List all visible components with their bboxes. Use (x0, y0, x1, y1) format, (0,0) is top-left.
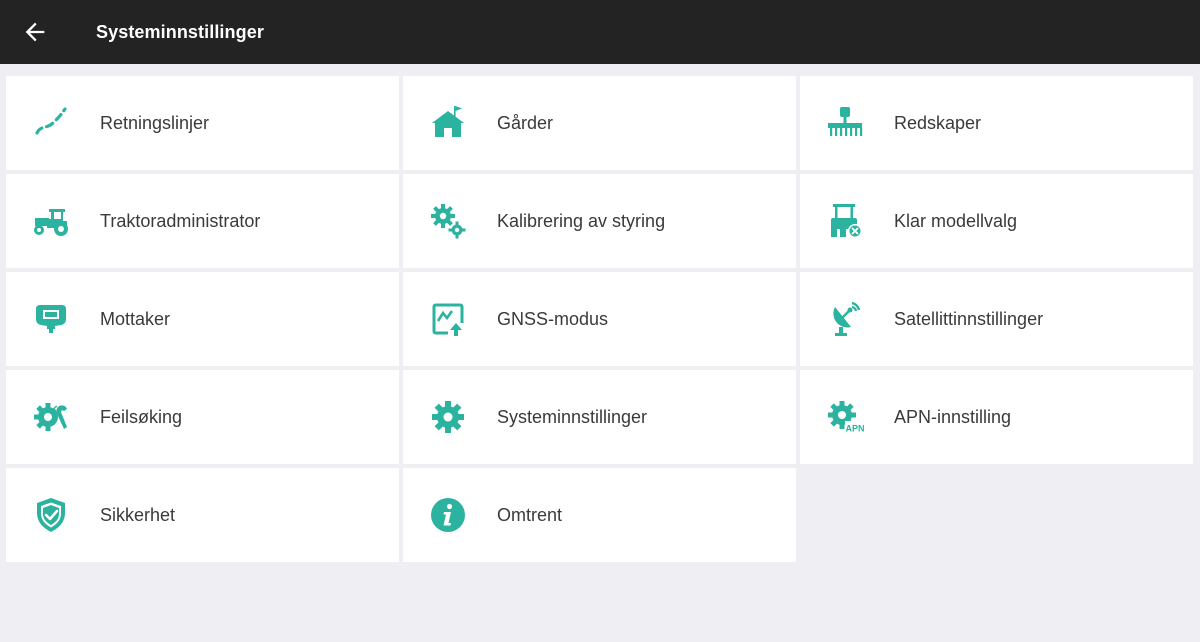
menu-item-klar-modellvalg[interactable]: Klar modellvalg (800, 174, 1193, 268)
gears-icon (427, 201, 469, 241)
satellite-dish-icon (824, 299, 866, 339)
shield-check-icon (30, 495, 72, 535)
settings-grid: Retningslinjer Gårder Redskaper Traktora… (6, 76, 1193, 562)
menu-item-apn-innstilling[interactable]: APN APN-innstilling (800, 370, 1193, 464)
farm-house-icon (427, 103, 469, 143)
troubleshoot-icon (30, 397, 72, 437)
menu-item-sikkerhet[interactable]: Sikkerhet (6, 468, 399, 562)
menu-item-retningslinjer[interactable]: Retningslinjer (6, 76, 399, 170)
menu-item-label: APN-innstilling (894, 406, 1012, 427)
implement-icon (824, 103, 866, 143)
menu-item-label: Mottaker (100, 308, 171, 329)
receiver-icon (30, 299, 72, 339)
menu-item-label: Sikkerhet (100, 504, 176, 525)
menu-item-label: Systeminnstillinger (497, 406, 648, 427)
info-icon (427, 495, 469, 535)
tractor-clear-icon (824, 201, 866, 241)
menu-item-redskaper[interactable]: Redskaper (800, 76, 1193, 170)
menu-item-garder[interactable]: Gårder (403, 76, 796, 170)
menu-item-satellittinnstillinger[interactable]: Satellittinnstillinger (800, 272, 1193, 366)
arrow-left-icon (25, 22, 45, 42)
menu-item-kalibrering[interactable]: Kalibrering av styring (403, 174, 796, 268)
menu-item-feilsoking[interactable]: Feilsøking (6, 370, 399, 464)
menu-item-label: Feilsøking (100, 406, 183, 427)
back-button[interactable] (18, 14, 52, 50)
page-title: Systeminnstillinger (96, 21, 264, 42)
menu-item-label: Omtrent (497, 504, 563, 525)
menu-item-label: Gårder (497, 112, 554, 133)
menu-item-label: Kalibrering av styring (497, 210, 666, 231)
menu-item-gnss-modus[interactable]: GNSS-modus (403, 272, 796, 366)
menu-item-systeminnstillinger[interactable]: Systeminnstillinger (403, 370, 796, 464)
top-bar: Systeminnstillinger (0, 0, 1200, 64)
gear-icon (427, 397, 469, 437)
guidance-lines-icon (30, 103, 72, 143)
gnss-mode-icon (427, 299, 469, 339)
apn-gear-icon: APN (824, 397, 866, 437)
menu-item-label: Klar modellvalg (894, 210, 1018, 231)
menu-item-traktoradministrator[interactable]: Traktoradministrator (6, 174, 399, 268)
menu-item-omtrent[interactable]: Omtrent (403, 468, 796, 562)
menu-item-label: Traktoradministrator (100, 210, 261, 231)
menu-item-label: Redskaper (894, 112, 982, 133)
menu-item-mottaker[interactable]: Mottaker (6, 272, 399, 366)
tractor-icon (30, 201, 72, 241)
menu-item-label: Retningslinjer (100, 112, 210, 133)
svg-text:APN: APN (845, 424, 864, 434)
menu-item-label: GNSS-modus (497, 308, 609, 329)
menu-item-label: Satellittinnstillinger (894, 308, 1044, 329)
